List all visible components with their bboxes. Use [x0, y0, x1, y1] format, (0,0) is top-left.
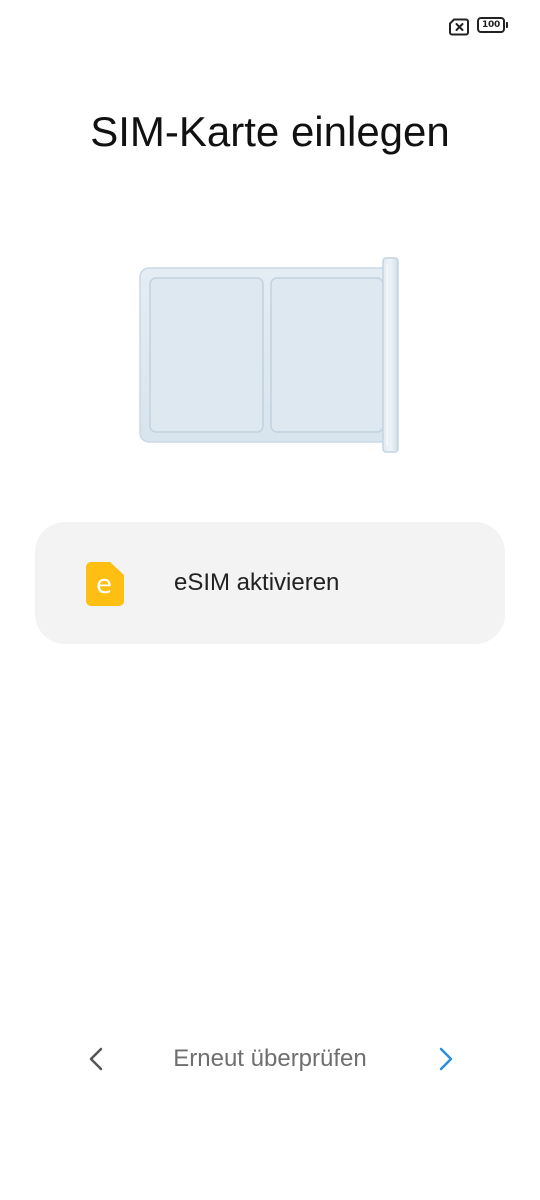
esim-icon-letter: e: [96, 570, 112, 600]
page-title: SIM-Karte einlegen: [90, 108, 450, 155]
sim-tray-icon: [139, 257, 399, 453]
battery-level: 100: [477, 17, 505, 33]
status-bar: 100: [0, 0, 540, 56]
chevron-right-icon[interactable]: [428, 1042, 462, 1076]
battery-indicator: 100: [477, 17, 511, 37]
esim-icon: e: [86, 562, 124, 606]
no-sim-icon: [449, 18, 469, 36]
esim-label: eSIM aktivieren: [174, 569, 340, 596]
bottom-navigation: Erneut überprüfen: [0, 1030, 540, 1090]
battery-tip: [506, 22, 508, 28]
activate-esim-button[interactable]: e eSIM aktivieren: [35, 522, 505, 644]
